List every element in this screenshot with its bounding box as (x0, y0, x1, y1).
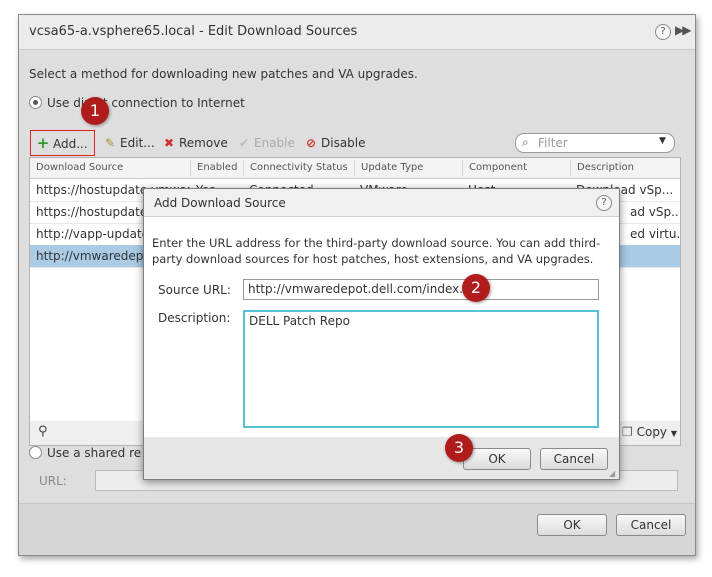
disable-circle-icon: ⊘ (305, 136, 317, 150)
pencil-icon: ✎ (104, 136, 116, 150)
column-header[interactable]: Update Type (354, 160, 462, 176)
cancel-button[interactable]: Cancel (616, 514, 686, 536)
ok-button[interactable]: OK (537, 514, 607, 536)
expand-icon[interactable]: ▶▶ (675, 23, 692, 37)
direct-connection-radio[interactable] (29, 96, 42, 109)
instruction-text: Select a method for downloading new patc… (29, 67, 418, 81)
column-header[interactable]: Component (462, 160, 570, 176)
modal-cancel-button[interactable]: Cancel (540, 448, 608, 470)
remove-x-icon: ✖ (163, 136, 175, 150)
modal-title-bar: Add Download Source ? (144, 189, 619, 217)
description-label: Description: (158, 311, 231, 325)
add-button-label: Add... (53, 137, 88, 151)
remove-button[interactable]: ✖ Remove (162, 134, 228, 152)
edit-button[interactable]: ✎ Edit... (103, 134, 155, 152)
shared-repository-label: Use a shared repository (47, 446, 142, 460)
help-icon[interactable]: ? (596, 195, 612, 211)
check-icon: ✔ (238, 136, 250, 150)
disable-button-label: Disable (321, 136, 366, 150)
dialog-title: vcsa65-a.vsphere65.local - Edit Download… (29, 24, 358, 39)
column-header[interactable]: Enabled (190, 160, 243, 176)
callout-badge-2: 2 (462, 274, 490, 302)
chevron-down-icon: ▼ (670, 429, 678, 438)
row-description: ad vSp... (630, 205, 680, 219)
modal-footer: OK Cancel ◢ (144, 437, 619, 479)
add-button[interactable]: + Add... (36, 134, 88, 152)
help-icon[interactable]: ? (655, 24, 671, 40)
filter-placeholder: Filter (538, 136, 568, 150)
binoculars-icon[interactable]: ⚲ (38, 424, 48, 439)
row-description: ed virtu... (630, 227, 680, 241)
disable-button[interactable]: ⊘ Disable (304, 134, 366, 152)
enable-button[interactable]: ✔ Enable (237, 134, 295, 152)
remove-button-label: Remove (179, 136, 228, 150)
table-header: Download Source Enabled Connectivity Sta… (30, 158, 680, 179)
dialog-title-bar: vcsa65-a.vsphere65.local - Edit Download… (19, 15, 695, 50)
shared-repository-radio[interactable] (29, 446, 42, 459)
direct-connection-label: Use direct connection to Internet (47, 96, 245, 110)
column-header[interactable]: Connectivity Status (243, 160, 354, 176)
source-url-input[interactable]: http://vmwaredepot.dell.com/index.xml (243, 279, 599, 300)
description-textarea[interactable]: DELL Patch Repo (243, 310, 599, 428)
column-header[interactable]: Description (570, 160, 680, 176)
modal-title: Add Download Source (154, 196, 286, 210)
modal-body: Enter the URL address for the third-part… (144, 217, 619, 437)
copy-icon: ❐ (622, 425, 633, 439)
copy-button[interactable]: ❐ Copy ▼ (622, 425, 677, 439)
resize-handle-icon[interactable]: ◢ (609, 469, 617, 478)
chevron-down-icon[interactable]: ▼ (659, 136, 666, 146)
column-header[interactable]: Download Source (30, 160, 190, 176)
modal-intro-text: Enter the URL address for the third-part… (152, 236, 601, 266)
modal-ok-button[interactable]: OK (463, 448, 531, 470)
url-label: URL: (39, 474, 67, 488)
enable-button-label: Enable (254, 136, 295, 150)
copy-button-label: Copy (636, 425, 668, 439)
add-download-source-dialog: Add Download Source ? Enter the URL addr… (143, 188, 620, 480)
callout-badge-1: 1 (81, 97, 109, 125)
search-icon: ⌕ (522, 135, 529, 149)
filter-input[interactable]: ⌕ Filter ▼ (515, 133, 675, 153)
edit-button-label: Edit... (120, 136, 155, 150)
source-url-label: Source URL: (158, 283, 231, 297)
callout-badge-3: 3 (445, 434, 473, 462)
plus-icon: + (36, 134, 50, 152)
dialog-footer: OK Cancel (19, 503, 695, 555)
